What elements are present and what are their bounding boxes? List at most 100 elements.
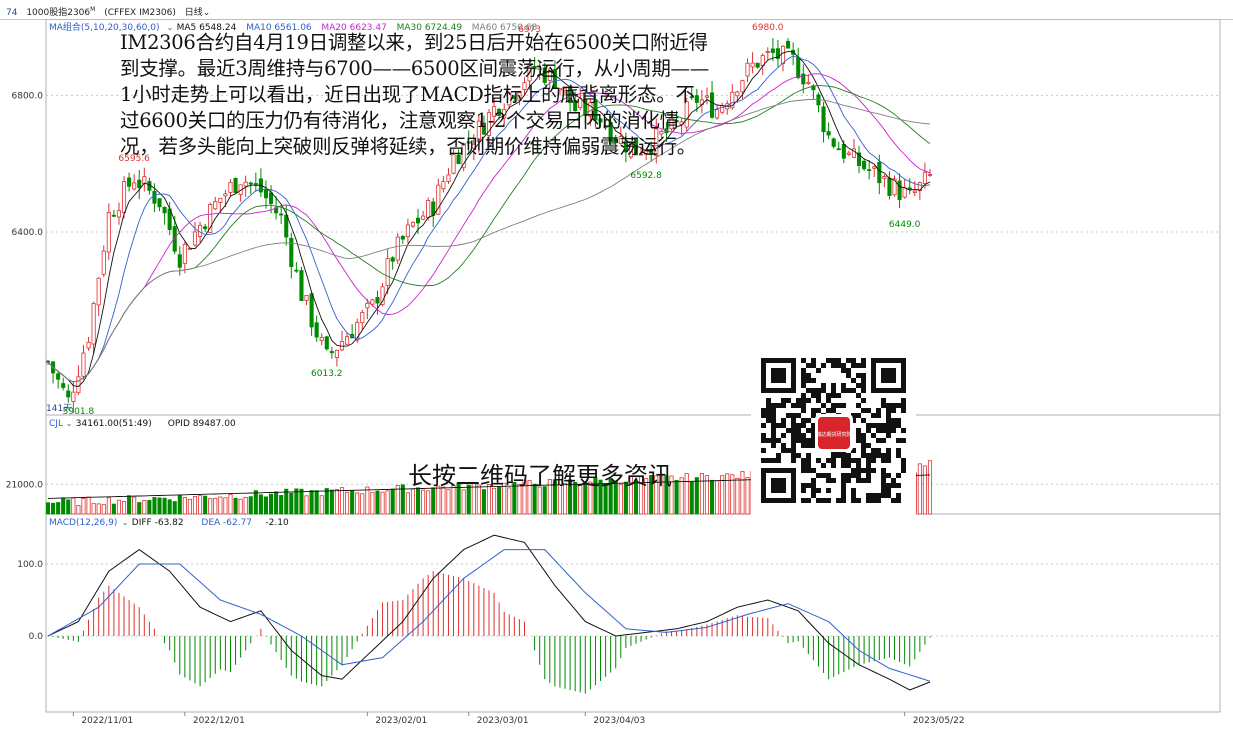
- qr-module: [766, 438, 771, 443]
- volume-bar: [917, 463, 922, 515]
- candle-body: [314, 322, 319, 338]
- qr-module: [856, 428, 861, 433]
- qr-module: [896, 498, 901, 503]
- qr-finder: [771, 478, 786, 493]
- price-annotation: 6980.0: [752, 23, 784, 33]
- qr-module: [896, 493, 901, 498]
- qr-module: [886, 488, 891, 493]
- candle-body: [385, 258, 390, 287]
- qr-module: [791, 418, 796, 423]
- qr-module: [776, 403, 781, 408]
- candle-body: [162, 206, 167, 214]
- qr-module: [856, 403, 861, 408]
- qr-module: [861, 358, 866, 363]
- volume-bar: [375, 490, 380, 515]
- qr-module: [861, 383, 866, 388]
- candle-body: [927, 173, 933, 176]
- qr-module: [881, 423, 886, 428]
- macd-legend-item: DIFF -63.82: [132, 518, 184, 528]
- chart-toolbar: 74 1000股指2306M (CFFEX IM2306) 日线⌄: [0, 0, 1233, 20]
- price-annotation: 6592.8: [630, 171, 662, 181]
- qr-module: [801, 433, 806, 438]
- candle-body: [375, 297, 380, 304]
- volume-bar: [355, 492, 360, 515]
- qr-module: [831, 393, 836, 398]
- qr-module: [796, 398, 801, 403]
- qr-module: [851, 388, 856, 393]
- qr-module: [841, 498, 846, 503]
- qr-module: [856, 383, 861, 388]
- candle-body: [765, 51, 770, 53]
- qr-module: [806, 418, 811, 423]
- candle-body: [841, 144, 846, 159]
- qr-module: [856, 363, 861, 368]
- period-label: 日线: [184, 8, 203, 18]
- qr-module: [901, 468, 906, 473]
- candle-body: [846, 152, 851, 155]
- qr-module: [806, 463, 811, 468]
- volume-bar: [268, 493, 274, 515]
- volume-bar: [390, 488, 395, 515]
- candle-body: [421, 215, 426, 220]
- qr-module: [761, 408, 766, 413]
- toolbar-contract: (CFFEX IM2306): [104, 8, 176, 18]
- qr-module: [831, 383, 836, 388]
- qr-module: [766, 403, 771, 408]
- qr-module: [866, 498, 871, 503]
- candle-body: [780, 45, 786, 64]
- qr-module: [806, 498, 811, 503]
- qr-module: [761, 458, 766, 463]
- qr-module: [781, 423, 786, 428]
- qr-module: [781, 418, 786, 423]
- candle-body: [755, 62, 760, 68]
- macd-legend-item: -2.10: [265, 518, 289, 528]
- qr-module: [841, 463, 846, 468]
- qr-module: [796, 433, 801, 438]
- candle-body: [116, 210, 122, 218]
- volume-bar: [324, 488, 329, 515]
- volume-bar: [167, 499, 172, 515]
- volume-bar: [684, 473, 689, 515]
- qr-module: [821, 473, 826, 478]
- qr-module: [851, 498, 856, 503]
- toolbar-instrument-name[interactable]: 1000股指2306M: [26, 6, 95, 18]
- qr-module: [771, 458, 776, 463]
- qr-module: [851, 358, 856, 363]
- qr-module: [816, 368, 821, 373]
- candle-body: [248, 182, 253, 185]
- qr-module: [801, 418, 806, 423]
- qr-module: [821, 363, 826, 368]
- qr-caption: 长按二维码了解更多资讯: [408, 462, 672, 490]
- qr-module: [791, 428, 796, 433]
- qr-module: [841, 388, 846, 393]
- qr-module: [846, 373, 851, 378]
- macd-ytick-label: 0.0: [29, 632, 44, 642]
- candle-body: [907, 187, 912, 190]
- qr-module: [896, 418, 901, 423]
- qr-module: [886, 453, 891, 458]
- qr-module: [876, 423, 881, 428]
- volume-bar: [927, 460, 933, 515]
- qr-module: [841, 483, 846, 488]
- candle-body: [441, 181, 446, 190]
- price-annotation: 6449.0: [889, 220, 921, 230]
- qr-finder: [771, 368, 786, 383]
- candle-body: [446, 174, 451, 182]
- qr-module: [811, 468, 816, 473]
- chevron-down-icon: ⌄: [202, 8, 211, 18]
- qr-module: [771, 403, 776, 408]
- candle-body: [836, 148, 841, 151]
- candle-body: [360, 312, 365, 324]
- macd-ytick-label: 100.0: [17, 560, 43, 570]
- candle-body: [786, 40, 791, 49]
- qr-module: [876, 413, 881, 418]
- candle-body: [81, 352, 86, 377]
- qr-module: [841, 478, 846, 483]
- qr-module: [891, 408, 896, 413]
- qr-module: [761, 438, 766, 443]
- qr-module: [886, 433, 891, 438]
- qr-module: [871, 433, 876, 438]
- qr-module: [806, 398, 811, 403]
- period-select[interactable]: 日线⌄: [185, 8, 211, 18]
- candle-body: [770, 48, 775, 53]
